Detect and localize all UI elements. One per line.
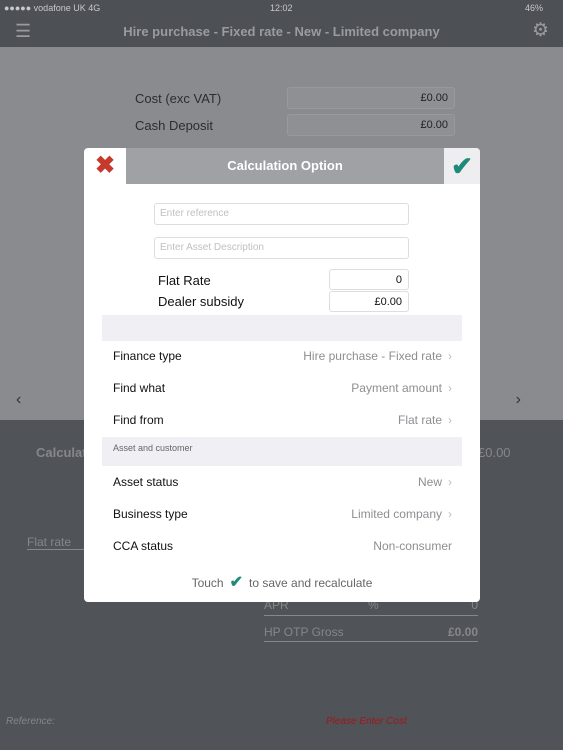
dialog-title: Calculation Option [126, 148, 444, 184]
flat-rate-input[interactable]: 0 [329, 269, 409, 290]
cca-status-row: CCA status Non-consumer [102, 530, 462, 562]
chevron-right-icon: › [448, 475, 452, 489]
chevron-left-icon[interactable]: ‹ [16, 391, 21, 409]
find-what-label: Find what [113, 381, 166, 395]
close-icon[interactable]: ✖ [84, 148, 126, 184]
chevron-right-icon: › [448, 413, 452, 427]
hp-otp-row: HP OTP Gross £0.00 [264, 625, 478, 642]
find-from-row[interactable]: Find from Flat rate › [102, 404, 462, 436]
flat-rate-label: Flat Rate [158, 273, 211, 288]
find-what-value: Payment amount [351, 381, 442, 395]
find-what-row[interactable]: Find what Payment amount › [102, 372, 462, 404]
calculate-label: Calculat [36, 445, 87, 460]
finance-type-row[interactable]: Finance type Hire purchase - Fixed rate › [102, 340, 462, 372]
cca-status-label: CCA status [113, 539, 174, 553]
chevron-right-icon[interactable]: › [516, 391, 521, 409]
dealer-subsidy-label: Dealer subsidy [158, 294, 244, 309]
hp-otp-label: HP OTP Gross [264, 625, 344, 639]
reference-label: Reference: [6, 716, 55, 727]
battery: 46% [524, 3, 543, 13]
find-from-value: Flat rate [397, 413, 442, 427]
cost-field[interactable]: £0.00 [287, 87, 455, 109]
dealer-subsidy-input[interactable]: £0.00 [329, 291, 409, 312]
hp-otp-value: £0.00 [447, 625, 478, 639]
cca-status-value: Non-consumer [373, 539, 452, 553]
section-header: Asset and customer [102, 437, 462, 466]
status-bar: ●●●●● vodafone UK 4G 12:02 46% [0, 0, 563, 16]
hint-text-before: Touch [191, 576, 224, 590]
asset-status-value: New [417, 475, 442, 489]
save-hint: Touch ✔ to save and recalculate [84, 572, 480, 592]
cash-deposit-field[interactable]: £0.00 [287, 114, 455, 136]
warning-text: Please Enter Cost [326, 716, 407, 727]
clock: 12:02 [270, 3, 293, 13]
asset-description-input[interactable]: Enter Asset Description [154, 237, 409, 259]
chevron-right-icon: › [448, 349, 452, 363]
find-from-label: Find from [113, 413, 164, 427]
asset-status-row[interactable]: Asset status New › [102, 466, 462, 498]
finance-type-value: Hire purchase - Fixed rate [303, 349, 442, 363]
business-type-row[interactable]: Business type Limited company › [102, 498, 462, 530]
business-type-label: Business type [113, 507, 188, 521]
cost-label: Cost (exc VAT) [135, 91, 222, 106]
asset-status-label: Asset status [113, 475, 179, 489]
calculation-option-dialog: ✖ Calculation Option ✔ Enter reference E… [84, 148, 480, 602]
section-separator [102, 315, 462, 341]
check-icon: ✔ [229, 574, 243, 591]
carrier: ●●●●● vodafone UK 4G [4, 3, 101, 13]
nav-bar: ☰ Hire purchase - Fixed rate - New - Lim… [0, 16, 563, 47]
chevron-right-icon: › [448, 381, 452, 395]
cash-deposit-label: Cash Deposit [135, 118, 214, 133]
reference-input[interactable]: Enter reference [154, 203, 409, 225]
finance-type-label: Finance type [113, 349, 182, 363]
check-icon[interactable]: ✔ [444, 148, 480, 184]
gear-icon[interactable]: ⚙ [532, 19, 549, 42]
calculate-value: £0.00 [478, 445, 511, 460]
hint-text-after: to save and recalculate [249, 576, 373, 590]
page-title: Hire purchase - Fixed rate - New - Limit… [123, 24, 440, 39]
business-type-value: Limited company [351, 507, 442, 521]
chevron-right-icon: › [448, 507, 452, 521]
